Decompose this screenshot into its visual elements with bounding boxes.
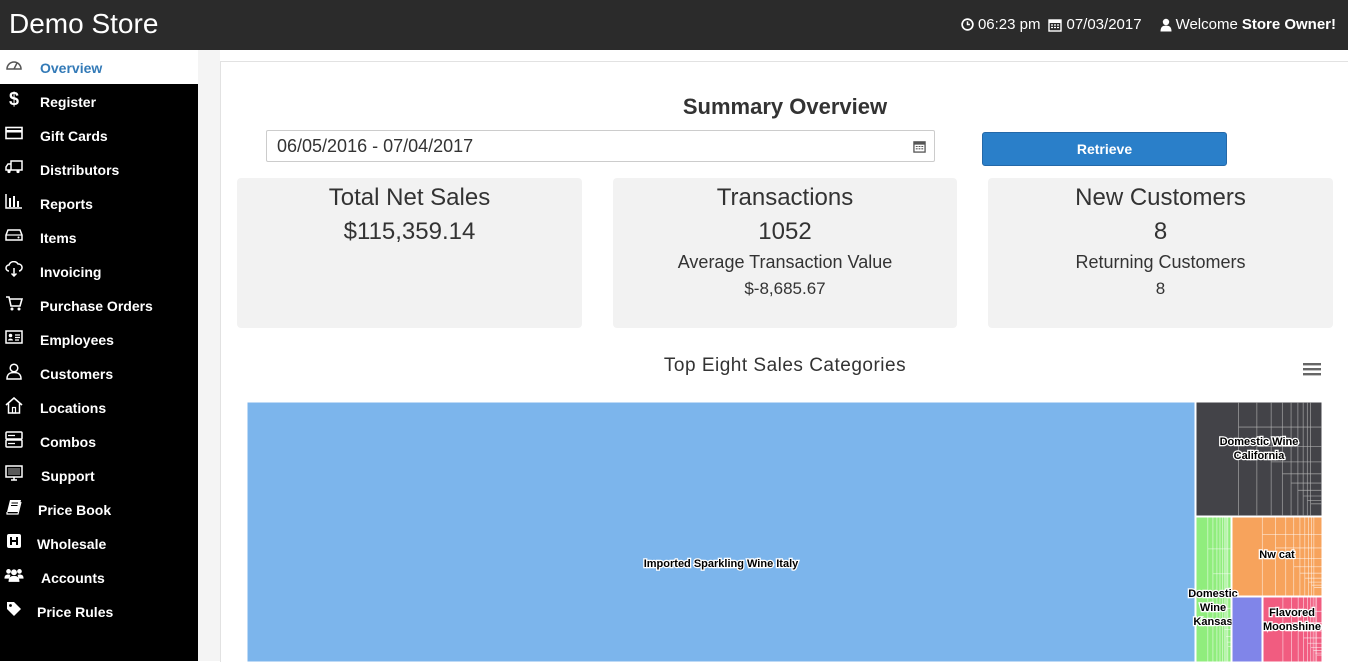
calendar-icon[interactable] xyxy=(913,140,926,153)
tag-icon xyxy=(4,600,24,618)
card-sub-label: Returning Customers xyxy=(1075,252,1246,272)
sidebar-item-label: Price Rules xyxy=(37,604,114,620)
current-date: 07/03/2017 xyxy=(1066,16,1142,33)
transactions-card: Transactions 1052 Average Transaction Va… xyxy=(613,178,957,328)
book-icon xyxy=(4,498,24,516)
treemap-cell[interactable] xyxy=(247,402,1196,662)
sidebar-item-label: Accounts xyxy=(41,570,105,586)
hamburger-menu-icon[interactable] xyxy=(1303,362,1321,376)
calendar-icon xyxy=(1048,18,1063,32)
sidebar-item-gift-cards[interactable]: Gift Cards xyxy=(0,118,198,152)
store-name[interactable]: Demo Store xyxy=(9,8,158,40)
date-range-value: 06/05/2016 - 07/04/2017 xyxy=(277,136,474,156)
retrieve-button[interactable]: Retrieve xyxy=(982,132,1227,166)
sidebar-item-locations[interactable]: Locations xyxy=(0,390,198,424)
net-sales-card: Total Net Sales $115,359.14 xyxy=(237,178,582,328)
shopping-cart-icon xyxy=(4,294,24,312)
new-customers-card: New Customers 8 Returning Customers 8 xyxy=(988,178,1333,328)
dashboard-gauge-icon xyxy=(4,56,24,74)
new-customers-value: 8 xyxy=(1153,218,1168,245)
clock-group: 06:23 pm xyxy=(961,16,1041,33)
sidebar-item-label: Price Book xyxy=(38,502,112,518)
sidebar-item-label: Locations xyxy=(40,400,107,416)
sidebar-item-label: Overview xyxy=(40,60,103,76)
returning-customers-value: 8 xyxy=(1155,279,1166,298)
sidebar-item-distributors[interactable]: Distributors xyxy=(0,152,198,186)
sidebar-item-accounts[interactable]: Accounts xyxy=(0,560,198,594)
sidebar-item-label: Distributors xyxy=(40,162,120,178)
page-title: Summary Overview xyxy=(682,94,888,119)
sidebar-item-wholesale[interactable]: Wholesale xyxy=(0,526,198,560)
home-icon xyxy=(4,396,24,414)
sidebar-item-price-rules[interactable]: Price Rules xyxy=(0,594,198,628)
hospital-h-icon xyxy=(4,532,24,550)
sidebar-item-employees[interactable]: Employees xyxy=(0,322,198,356)
header-info: 06:23 pm 07/03/2017 Welcome Store Owner! xyxy=(953,16,1336,33)
top-header: Demo Store 06:23 pm 07/03/2017 Welcome S… xyxy=(0,0,1348,50)
drive-icon xyxy=(4,226,24,244)
sidebar-item-invoicing[interactable]: Invoicing xyxy=(0,254,198,288)
sidebar: Overview $ Register Gift Cards Distribut… xyxy=(0,50,198,661)
transactions-value: 1052 xyxy=(758,218,812,245)
card-sub-label: Average Transaction Value xyxy=(677,252,893,272)
card-title: Total Net Sales xyxy=(328,184,491,211)
id-card-icon xyxy=(4,328,24,346)
sidebar-item-label: Employees xyxy=(40,332,114,348)
server-icon xyxy=(4,430,24,448)
card-title: New Customers xyxy=(1075,184,1246,211)
treemap-cell[interactable] xyxy=(1231,596,1263,662)
cloud-download-icon xyxy=(4,260,24,278)
credit-card-icon xyxy=(4,124,24,142)
date-range-input[interactable]: 06/05/2016 - 07/04/2017 xyxy=(266,130,935,162)
card-title: Transactions xyxy=(716,184,854,211)
sidebar-item-items[interactable]: Items xyxy=(0,220,198,254)
bar-chart-icon xyxy=(4,192,24,210)
chart-title: Top Eight Sales Categories xyxy=(663,355,907,376)
welcome-text: Welcome xyxy=(1175,16,1238,33)
sidebar-item-register[interactable]: $ Register xyxy=(0,84,198,118)
sidebar-item-purchase-orders[interactable]: Purchase Orders xyxy=(0,288,198,322)
user-group[interactable]: Welcome Store Owner! xyxy=(1160,16,1336,33)
sidebar-item-overview[interactable]: Overview xyxy=(0,50,198,84)
clock-icon xyxy=(961,18,974,31)
users-icon xyxy=(4,566,24,584)
sidebar-item-label: Customers xyxy=(40,366,114,382)
main-content: Summary Overview 06/05/2016 - 07/04/2017… xyxy=(220,61,1348,662)
treemap-chart: Imported Sparkling Wine ItalyDomestic Wi… xyxy=(247,402,1323,662)
sidebar-item-label: Register xyxy=(40,94,97,110)
sidebar-item-label: Reports xyxy=(40,196,93,212)
sidebar-item-support[interactable]: Support xyxy=(0,458,198,492)
sidebar-item-price-book[interactable]: Price Book xyxy=(0,492,198,526)
user-name: Store Owner! xyxy=(1241,16,1336,33)
sidebar-item-label: Support xyxy=(41,468,95,484)
sidebar-item-label: Wholesale xyxy=(37,536,107,552)
net-sales-value: $115,359.14 xyxy=(343,218,476,245)
sidebar-item-combos[interactable]: Combos xyxy=(0,424,198,458)
sidebar-item-label: Purchase Orders xyxy=(40,298,153,314)
sidebar-item-label: Combos xyxy=(40,434,96,450)
sidebar-item-label: Items xyxy=(40,230,77,246)
truck-icon xyxy=(4,158,24,176)
sidebar-item-label: Gift Cards xyxy=(40,128,108,144)
user-outline-icon xyxy=(4,362,24,380)
monitor-icon xyxy=(4,464,24,482)
user-icon xyxy=(1160,18,1172,31)
sidebar-item-customers[interactable]: Customers xyxy=(0,356,198,390)
sidebar-gutter xyxy=(198,50,220,661)
treemap-label: Nw cat xyxy=(1259,549,1295,561)
dollar-icon: $ xyxy=(8,88,19,109)
current-time: 06:23 pm xyxy=(977,16,1041,33)
sidebar-item-label: Invoicing xyxy=(40,264,102,280)
date-group: 07/03/2017 xyxy=(1048,16,1142,33)
treemap-label: Imported Sparkling Wine Italy xyxy=(644,558,799,570)
avg-transaction-value: $-8,685.67 xyxy=(744,279,826,298)
sidebar-item-reports[interactable]: Reports xyxy=(0,186,198,220)
